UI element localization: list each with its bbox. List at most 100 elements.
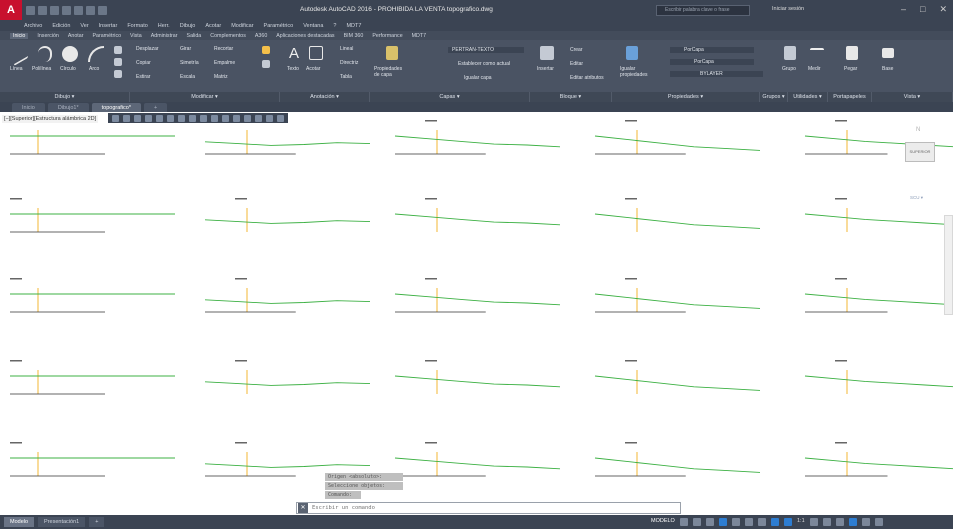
menu-item[interactable]: Ver bbox=[80, 23, 88, 29]
copy-button[interactable]: Copiar bbox=[136, 60, 151, 66]
dimension-icon[interactable] bbox=[309, 46, 323, 60]
ribbon-tab[interactable]: Anotar bbox=[68, 33, 84, 39]
tool-icon-14[interactable] bbox=[255, 114, 262, 122]
ribbon-group-label[interactable]: Grupos ▾ bbox=[760, 92, 788, 102]
menu-item[interactable]: Edición bbox=[52, 23, 70, 29]
dimension-button[interactable]: Acotar bbox=[306, 66, 320, 72]
base-view-button[interactable]: Base bbox=[882, 66, 893, 72]
trim-button[interactable]: Recortar bbox=[214, 46, 233, 52]
group-button[interactable]: Grupo bbox=[782, 66, 796, 72]
close-button[interactable]: ✕ bbox=[939, 4, 947, 15]
region-icon[interactable] bbox=[114, 70, 122, 78]
menu-item[interactable]: Herr. bbox=[158, 23, 170, 29]
ribbon-tab[interactable]: A360 bbox=[255, 33, 267, 39]
circle-icon[interactable] bbox=[62, 46, 78, 62]
viewcube-north[interactable]: N bbox=[916, 127, 920, 133]
menu-item[interactable]: Ventana bbox=[303, 23, 323, 29]
mirror-button[interactable]: Simetría bbox=[180, 60, 199, 66]
polar-icon[interactable] bbox=[719, 518, 727, 526]
hatch-icon[interactable] bbox=[114, 58, 122, 66]
viewcube[interactable]: SUPERIOR bbox=[905, 142, 935, 162]
tool-icon-12[interactable] bbox=[233, 114, 240, 122]
color-dropdown[interactable]: PorCapa bbox=[670, 47, 754, 53]
create-block-button[interactable]: Crear bbox=[570, 47, 583, 53]
search-input[interactable]: Escribir palabra clave o frase bbox=[656, 5, 750, 16]
ribbon-tab[interactable]: Complementos bbox=[210, 33, 246, 39]
tab-layout1[interactable]: Presentación1 bbox=[38, 517, 86, 527]
tool-icon-2[interactable] bbox=[123, 114, 130, 122]
tool-icon-7[interactable] bbox=[178, 114, 185, 122]
match-properties-icon[interactable] bbox=[626, 46, 638, 60]
array-button[interactable]: Matriz bbox=[214, 74, 228, 80]
edit-attributes-button[interactable]: Editar atributos bbox=[570, 75, 604, 81]
menu-item[interactable]: Modificar bbox=[231, 23, 253, 29]
scale-button[interactable]: Escala bbox=[180, 74, 195, 80]
paste-icon[interactable] bbox=[846, 46, 858, 60]
tool-icon-11[interactable] bbox=[222, 114, 229, 122]
arc-button[interactable]: Arco bbox=[89, 66, 99, 72]
line-icon[interactable] bbox=[14, 41, 28, 67]
plus-icon[interactable] bbox=[822, 518, 831, 526]
model-space-toggle[interactable]: MODELO bbox=[651, 518, 675, 524]
tool-icon-4[interactable] bbox=[145, 114, 152, 122]
add-layout-button[interactable]: + bbox=[89, 517, 105, 527]
base-view-icon[interactable] bbox=[882, 48, 894, 58]
linear-dimension-dropdown[interactable]: Lineal bbox=[340, 46, 353, 52]
menu-item[interactable]: MDT7 bbox=[346, 23, 361, 29]
set-current-layer-button[interactable]: Establecer como actual bbox=[458, 61, 510, 67]
document-tab[interactable]: Dibujo1* bbox=[47, 103, 89, 112]
ribbon-group-label[interactable]: Propiedades ▾ bbox=[612, 92, 760, 102]
group-icon[interactable] bbox=[784, 46, 796, 60]
osnap-icon[interactable] bbox=[758, 518, 766, 526]
measure-button[interactable]: Medir bbox=[808, 66, 821, 72]
layer-properties-icon[interactable] bbox=[386, 46, 398, 60]
ribbon-group-label[interactable]: Portapapeles bbox=[828, 92, 872, 102]
fillet-button[interactable]: Empalme bbox=[214, 60, 235, 66]
polyline-icon[interactable] bbox=[38, 46, 52, 62]
ribbon-tab[interactable]: Performance bbox=[372, 33, 402, 39]
circle-button[interactable]: Círculo bbox=[60, 66, 76, 72]
line-button[interactable]: Línea bbox=[10, 66, 23, 72]
tool-icon-6[interactable] bbox=[167, 114, 174, 122]
erase-icon[interactable] bbox=[262, 46, 270, 54]
maximize-button[interactable]: □ bbox=[920, 4, 925, 15]
tool-icon-10[interactable] bbox=[211, 114, 218, 122]
leader-dropdown[interactable]: Directriz bbox=[340, 60, 358, 66]
ribbon-tab[interactable]: Inicio bbox=[10, 32, 29, 39]
ribbon-group-label[interactable]: Anotación ▾ bbox=[280, 92, 370, 102]
move-button[interactable]: Desplazar bbox=[136, 46, 159, 52]
customize-icon[interactable] bbox=[874, 518, 883, 526]
open-file-icon[interactable] bbox=[38, 5, 47, 15]
ribbon-group-label[interactable]: Capas ▾ bbox=[370, 92, 530, 102]
edit-block-button[interactable]: Editar bbox=[570, 61, 583, 67]
navigation-bar[interactable] bbox=[944, 215, 953, 315]
paste-button[interactable]: Pegar bbox=[844, 66, 857, 72]
autoscale-icon[interactable] bbox=[784, 518, 792, 526]
new-file-icon[interactable] bbox=[26, 5, 35, 15]
menu-item[interactable]: Formato bbox=[127, 23, 147, 29]
menu-item[interactable]: Dibujo bbox=[180, 23, 196, 29]
match-layer-button[interactable]: Igualar capa bbox=[464, 75, 492, 81]
rotate-button[interactable]: Girar bbox=[180, 46, 191, 52]
annotation-visibility-icon[interactable] bbox=[771, 518, 779, 526]
stretch-button[interactable]: Estirar bbox=[136, 74, 150, 80]
ribbon-tab[interactable]: Paramétrico bbox=[92, 33, 121, 39]
draw-tools-icon[interactable] bbox=[114, 46, 122, 54]
ribbon-tab[interactable]: Salida bbox=[187, 33, 202, 39]
tool-icon-1[interactable] bbox=[112, 114, 119, 122]
command-input[interactable] bbox=[308, 503, 680, 513]
save-icon[interactable] bbox=[50, 5, 59, 15]
arc-icon[interactable] bbox=[88, 46, 104, 62]
close-command-line-button[interactable]: ✕ bbox=[298, 503, 308, 513]
explode-icon[interactable] bbox=[262, 60, 270, 68]
document-tab[interactable]: topografico* bbox=[91, 103, 141, 112]
tool-icon-8[interactable] bbox=[189, 114, 196, 122]
isodraft-icon[interactable] bbox=[732, 518, 740, 526]
tool-icon-5[interactable] bbox=[156, 114, 163, 122]
insert-block-button[interactable]: Insertar bbox=[537, 66, 554, 72]
ribbon-group-label[interactable]: Dibujo ▾ bbox=[0, 92, 130, 102]
table-button[interactable]: Tabla bbox=[340, 74, 352, 80]
undo-icon[interactable] bbox=[86, 5, 95, 15]
menu-item[interactable]: Archivo bbox=[24, 23, 42, 29]
ribbon-tab[interactable]: Inserción bbox=[37, 33, 59, 39]
